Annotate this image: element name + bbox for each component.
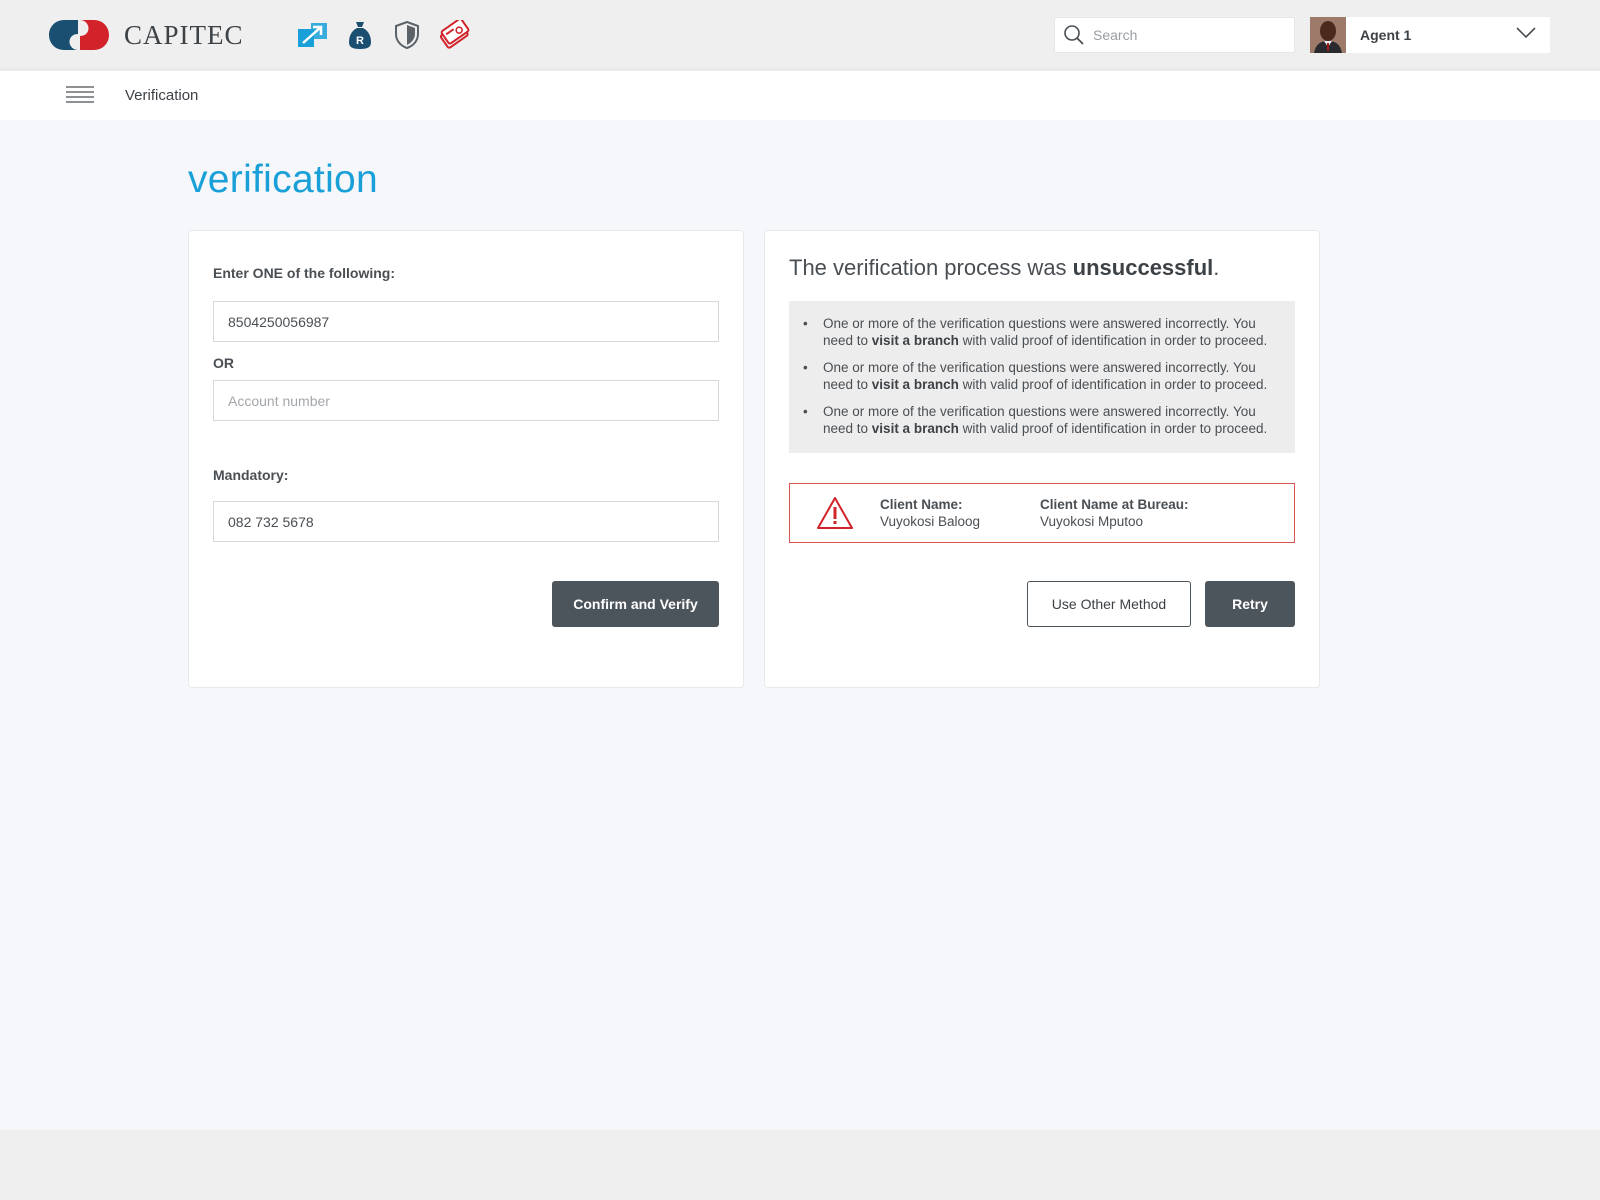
agent-menu[interactable]: Agent 1 [1310,17,1550,53]
footer-band [0,1130,1600,1200]
warning-icon [790,496,880,530]
confirm-and-verify-button[interactable]: Confirm and Verify [552,581,719,627]
chevron-down-icon[interactable] [1516,26,1536,44]
bureau-name-label: Client Name at Bureau: [1040,497,1189,512]
phone-number-field[interactable] [213,501,719,542]
message-text: One or more of the verification question… [823,316,1268,348]
transfer-icon[interactable] [296,18,330,52]
message-text: One or more of the verification question… [823,404,1268,436]
retry-button[interactable]: Retry [1205,581,1295,627]
one-of-label: Enter ONE of the following: [213,265,395,281]
page-title: verification [188,158,379,201]
bullet: • [803,404,808,419]
bullet: • [803,316,808,331]
result-status: unsuccessful [1072,255,1214,280]
card-icon[interactable] [437,18,471,52]
list-item: • One or more of the verification questi… [803,403,1277,437]
main-content: verification Enter ONE of the following:… [0,120,1600,1130]
account-number-field[interactable] [213,380,719,421]
bullet: • [803,360,808,375]
client-name-label: Client Name: [880,497,963,512]
client-name-value: Vuyokosi Baloog [880,514,981,529]
name-mismatch-alert: Client Name: Vuyokosi Baloog Client Name… [789,483,1295,543]
agent-name: Agent 1 [1360,27,1412,43]
or-label: OR [213,355,234,371]
failure-messages: • One or more of the verification questi… [789,301,1295,453]
avatar [1310,17,1346,53]
verification-result-card: The verification process was unsuccessfu… [764,230,1320,688]
search-box[interactable] [1054,17,1295,53]
list-item: • One or more of the verification questi… [803,315,1277,349]
hamburger-menu-icon[interactable] [66,85,94,105]
breadcrumb-title: Verification [125,87,199,104]
result-heading: The verification process was unsuccessfu… [789,255,1219,281]
app-icon-bar: R [296,18,471,52]
result-heading-prefix: The verification process was [789,255,1073,280]
result-heading-suffix: . [1213,255,1220,280]
bureau-name-value: Vuyokosi Mputoo [1040,514,1144,529]
verification-input-card: Enter ONE of the following: OR Mandatory… [188,230,744,688]
money-bag-icon[interactable]: R [343,18,377,52]
sub-header: Verification [0,71,1600,120]
list-item: • One or more of the verification questi… [803,359,1277,393]
svg-text:R: R [356,35,364,47]
capitec-logo[interactable]: CAPITEC [48,18,244,52]
message-text: One or more of the verification question… [823,360,1268,392]
search-input[interactable] [1093,27,1283,43]
brand-wordmark: CAPITEC [124,19,244,50]
search-icon [1055,24,1093,46]
client-name-block: Client Name: Vuyokosi Baloog [880,496,1040,530]
mandatory-label: Mandatory: [213,467,289,483]
use-other-method-button[interactable]: Use Other Method [1027,581,1191,627]
shield-icon[interactable] [390,18,424,52]
id-number-field[interactable] [213,301,719,342]
capitec-logo-icon [49,20,109,50]
bureau-name-block: Client Name at Bureau: Vuyokosi Mputoo [1040,496,1189,530]
top-bar: CAPITEC R Search Agent 1 [0,0,1600,70]
